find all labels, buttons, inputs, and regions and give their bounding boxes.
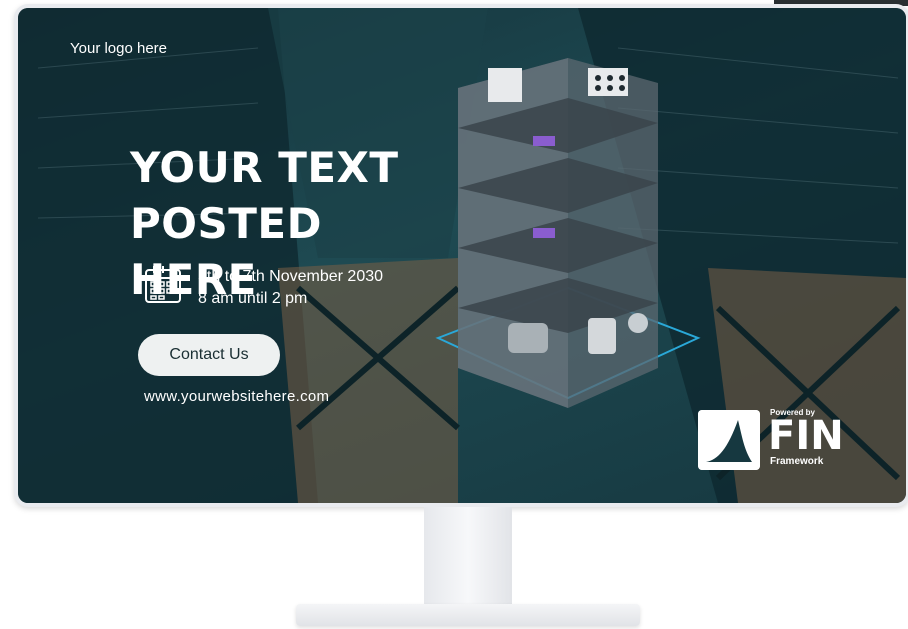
brand-name: FIN xyxy=(768,413,844,459)
fin-logo-mark-icon xyxy=(698,410,760,470)
monitor-frame: Your logo here YOUR TEXT POSTED HERE 5th… xyxy=(14,4,908,507)
time-range: 8 am until 2 pm xyxy=(198,290,308,307)
website-link[interactable]: www.yourwebsitehere.com xyxy=(144,388,329,405)
isometric-building-illustration xyxy=(435,58,701,408)
brand-subname: Framework xyxy=(770,456,824,467)
headline-line-1: YOUR TEXT xyxy=(130,143,399,192)
calendar-icon xyxy=(145,266,181,303)
monitor-stand-neck xyxy=(424,507,512,615)
fin-framework-logo: Powered by FIN Framework xyxy=(698,406,846,470)
date-range: 5th to 7th November 2030 xyxy=(198,268,384,285)
logo-placeholder: Your logo here xyxy=(70,40,168,57)
event-dates: 5th to 7th November 2030 8 am until 2 pm xyxy=(198,266,383,310)
monitor-screen: Your logo here YOUR TEXT POSTED HERE 5th… xyxy=(18,8,906,503)
contact-us-button[interactable]: Contact Us xyxy=(138,334,280,376)
monitor-stand-base xyxy=(296,604,640,626)
